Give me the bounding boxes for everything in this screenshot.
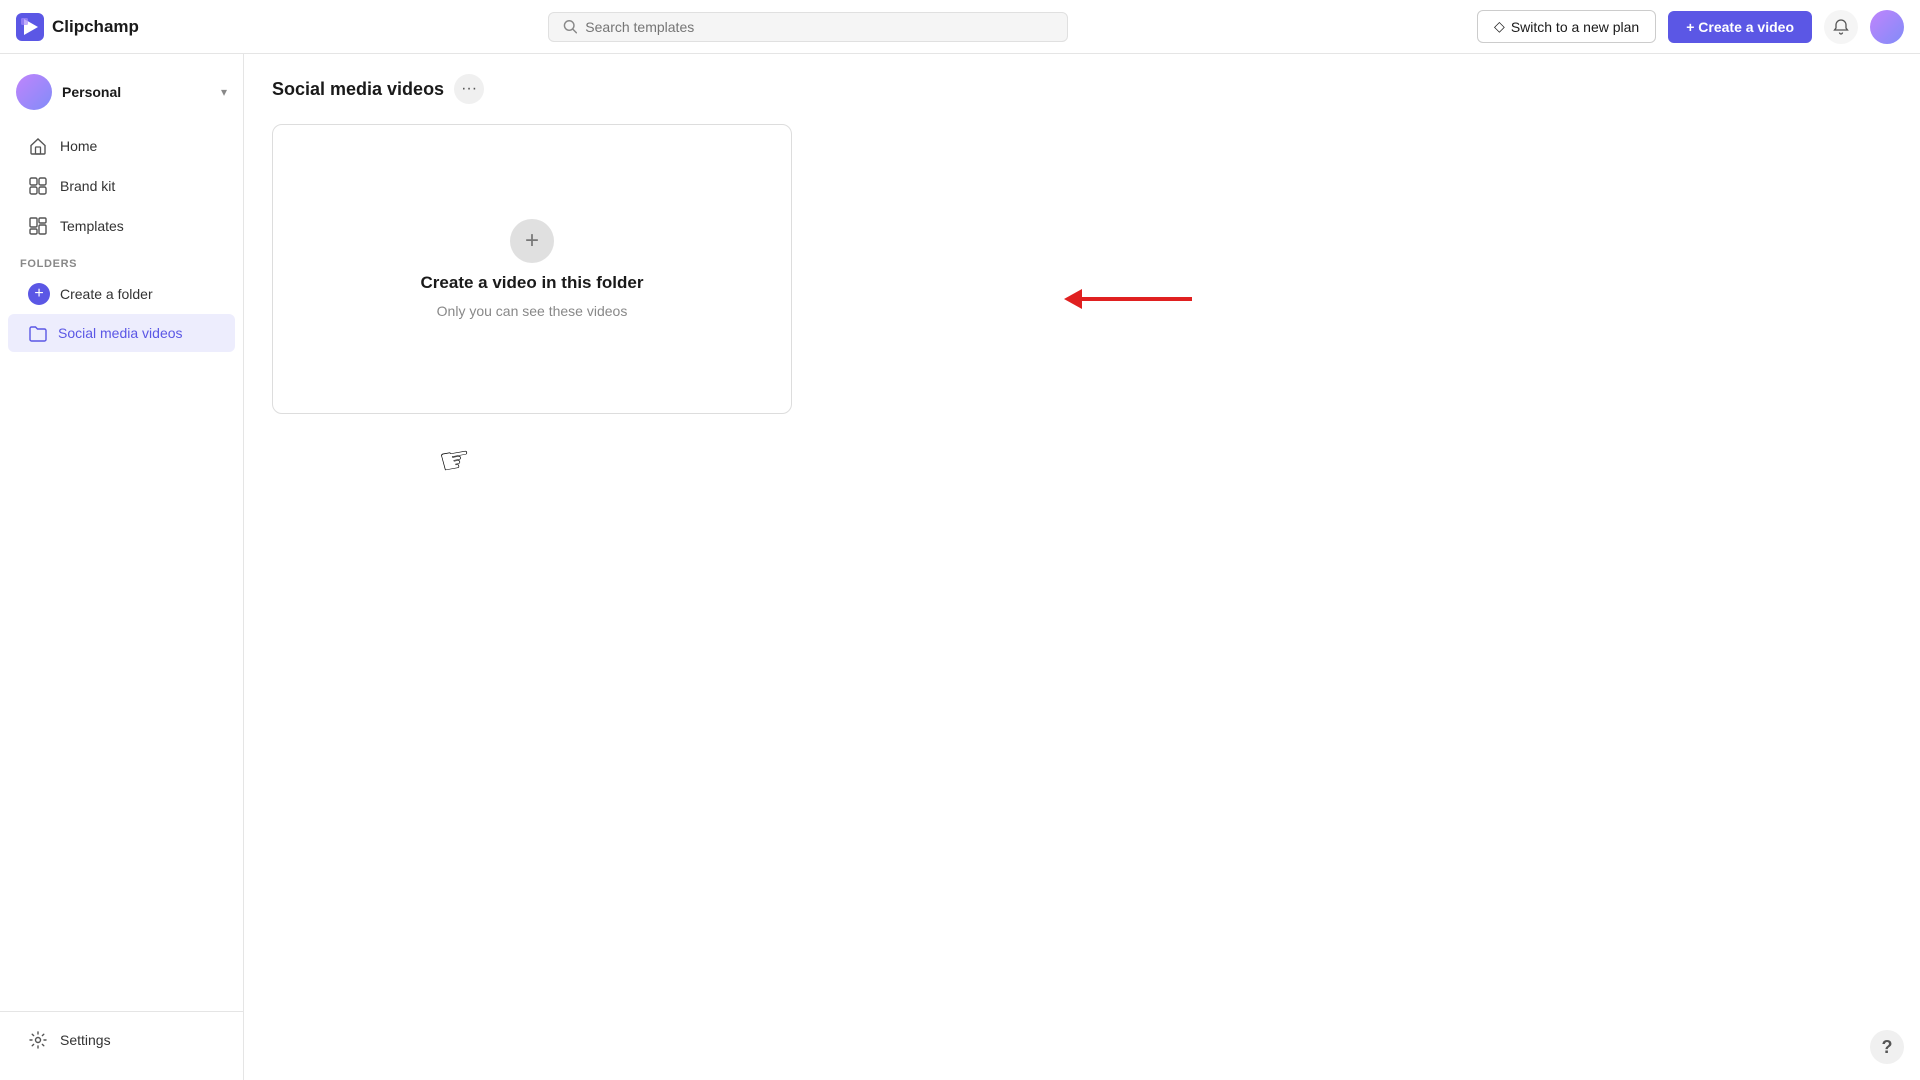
sidebar-item-brand-kit[interactable]: Brand kit bbox=[8, 166, 235, 206]
content-area: Social media videos ··· + Create a video… bbox=[244, 54, 1920, 1080]
empty-folder-subtitle: Only you can see these videos bbox=[437, 303, 628, 319]
home-icon bbox=[28, 136, 48, 156]
sidebar-item-settings[interactable]: Settings bbox=[8, 1020, 235, 1060]
switch-plan-button[interactable]: ◇ Switch to a new plan bbox=[1477, 10, 1656, 43]
avatar[interactable] bbox=[1870, 10, 1904, 44]
diamond-icon: ◇ bbox=[1494, 18, 1505, 35]
topbar-left: Clipchamp bbox=[16, 13, 139, 41]
topbar-right: ◇ Switch to a new plan + Create a video bbox=[1477, 10, 1904, 44]
sidebar-username: Personal bbox=[62, 84, 121, 100]
sidebar-user-info: Personal bbox=[16, 74, 121, 110]
templates-icon bbox=[28, 216, 48, 236]
empty-folder-title: Create a video in this folder bbox=[421, 273, 644, 293]
sidebar-item-home[interactable]: Home bbox=[8, 126, 235, 166]
search-bar[interactable] bbox=[548, 12, 1068, 42]
add-video-icon[interactable]: + bbox=[510, 219, 554, 263]
app-name: Clipchamp bbox=[52, 17, 139, 37]
sidebar-item-social-media-videos[interactable]: Social media videos bbox=[8, 314, 235, 352]
annotation-arrow bbox=[1064, 289, 1192, 309]
search-input[interactable] bbox=[585, 19, 1053, 35]
sidebar-item-brand-kit-label: Brand kit bbox=[60, 178, 115, 194]
logo-icon bbox=[16, 13, 44, 41]
settings-icon bbox=[28, 1030, 48, 1050]
chevron-down-icon: ▾ bbox=[221, 85, 227, 99]
create-folder-button[interactable]: + Create a folder bbox=[8, 274, 235, 314]
main-layout: Personal ▾ Home Brand kit bbox=[0, 54, 1920, 1080]
bell-icon bbox=[1832, 18, 1850, 36]
sidebar-item-templates[interactable]: Templates bbox=[8, 206, 235, 246]
folder-icon bbox=[28, 323, 48, 343]
sidebar-bottom: Settings bbox=[0, 1011, 243, 1068]
settings-label: Settings bbox=[60, 1032, 111, 1048]
logo[interactable]: Clipchamp bbox=[16, 13, 139, 41]
sidebar: Personal ▾ Home Brand kit bbox=[0, 54, 244, 1080]
plus-circle-icon: + bbox=[28, 283, 50, 305]
brand-kit-icon bbox=[28, 176, 48, 196]
cursor-hand: ☞ bbox=[436, 437, 475, 484]
sidebar-user[interactable]: Personal ▾ bbox=[0, 66, 243, 126]
folder-more-button[interactable]: ··· bbox=[454, 74, 484, 104]
folder-title: Social media videos bbox=[272, 79, 444, 100]
empty-folder-card[interactable]: + Create a video in this folder Only you… bbox=[272, 124, 792, 414]
sidebar-folder-label: Social media videos bbox=[58, 325, 183, 341]
folder-header: Social media videos ··· bbox=[272, 74, 1892, 104]
folders-section-label: FOLDERS bbox=[0, 246, 243, 274]
arrow-line bbox=[1082, 297, 1192, 301]
help-button[interactable]: ? bbox=[1870, 1030, 1904, 1064]
arrow-head bbox=[1064, 289, 1082, 309]
sidebar-item-home-label: Home bbox=[60, 138, 97, 154]
sidebar-avatar bbox=[16, 74, 52, 110]
create-video-button[interactable]: + Create a video bbox=[1668, 11, 1812, 43]
topbar: Clipchamp ◇ Switch to a new plan + Creat… bbox=[0, 0, 1920, 54]
search-icon bbox=[563, 19, 577, 34]
notifications-button[interactable] bbox=[1824, 10, 1858, 44]
sidebar-item-templates-label: Templates bbox=[60, 218, 124, 234]
create-folder-label: Create a folder bbox=[60, 286, 153, 302]
